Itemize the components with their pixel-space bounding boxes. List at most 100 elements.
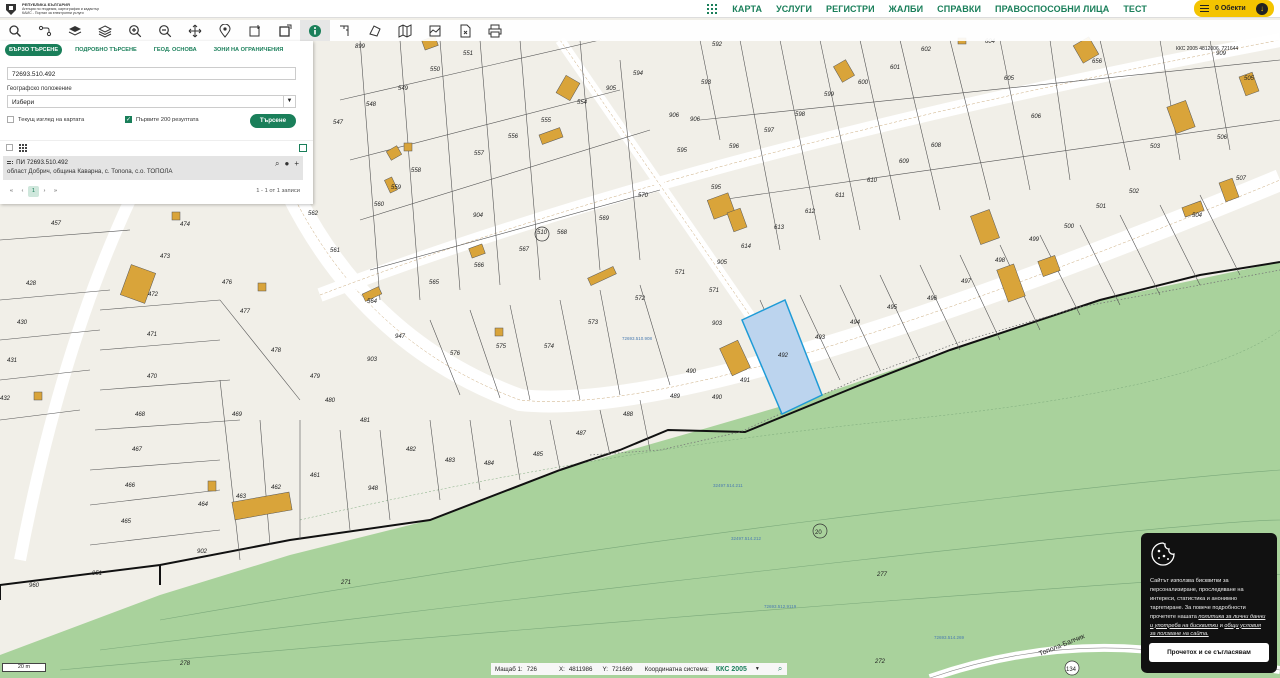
parcel-label[interactable]: 608 <box>931 143 942 149</box>
parcel-label[interactable]: 503 <box>1150 144 1161 150</box>
parcel-label[interactable]: 602 <box>921 47 932 53</box>
parcel-label[interactable]: 472 <box>148 292 159 298</box>
parcel-label[interactable]: 570 <box>638 193 649 199</box>
first-200-checkbox[interactable]: ✓ Първите 200 резултата <box>125 116 199 123</box>
export-tool[interactable] <box>450 20 480 41</box>
parcel-label[interactable]: 572 <box>635 296 646 302</box>
parcel-label[interactable]: 556 <box>508 134 519 140</box>
select-all-checkbox[interactable] <box>6 144 13 151</box>
page-1-button[interactable]: 1 <box>28 185 39 197</box>
parcel-label[interactable]: 473 <box>160 254 171 260</box>
parcel-label[interactable]: 481 <box>360 418 370 424</box>
parcel-label[interactable]: 457 <box>51 221 62 227</box>
objects-basket-button[interactable]: 0 Обекти ↓ <box>1194 0 1274 17</box>
parcel-label[interactable]: 606 <box>1031 114 1042 120</box>
parcel-label[interactable]: 464 <box>198 502 209 508</box>
parcel-label[interactable]: 492 <box>778 353 789 359</box>
parcel-label[interactable]: 560 <box>374 202 385 208</box>
dropdown-arrow-icon[interactable]: ▼ <box>755 666 760 672</box>
tab-restriction-zones[interactable]: ЗОНИ НА ОГРАНИЧЕНИЯ <box>210 44 288 56</box>
parcel-label[interactable]: 477 <box>240 309 251 315</box>
parcel-label[interactable]: 495 <box>887 305 898 311</box>
parcel-label[interactable]: 510 <box>537 230 548 236</box>
parcel-label[interactable]: 571 <box>709 288 719 294</box>
parcel-label[interactable]: 593 <box>701 80 712 86</box>
parcel-label[interactable]: 550 <box>430 67 441 73</box>
parcel-label[interactable]: 505 <box>1244 76 1255 82</box>
parcel-label[interactable]: 547 <box>333 120 344 126</box>
parcel-label[interactable]: 960 <box>29 583 40 589</box>
parcel-label[interactable]: 947 <box>395 334 406 340</box>
parcel-label[interactable]: 493 <box>815 335 826 341</box>
result-item[interactable]: ПИ 72693.510.492 област Добрич, община К… <box>3 156 303 180</box>
parcel-label[interactable]: 502 <box>1129 189 1140 195</box>
parcel-label[interactable]: 561 <box>330 248 340 254</box>
parcel-label[interactable]: 465 <box>121 519 132 525</box>
parcel-label[interactable]: 507 <box>1236 176 1247 182</box>
parcel-label[interactable]: 902 <box>197 549 208 555</box>
apps-grid-icon[interactable] <box>707 4 718 14</box>
parcel-label[interactable]: 474 <box>180 222 191 228</box>
parcel-label[interactable]: 548 <box>366 102 377 108</box>
location-tool[interactable] <box>210 20 240 41</box>
info-icon[interactable]: ● <box>284 159 289 169</box>
parcel-label[interactable]: 904 <box>473 213 484 219</box>
search-input[interactable]: 72693.510.492 <box>7 67 296 80</box>
parcel-label[interactable]: 470 <box>147 374 158 380</box>
parcel-label[interactable]: 557 <box>474 151 485 157</box>
parcel-label[interactable]: 597 <box>764 128 775 134</box>
search-coordinates-icon[interactable]: ⌕ <box>778 664 782 674</box>
parcel-label[interactable]: 611 <box>835 193 845 199</box>
first-page-button[interactable]: « <box>6 188 17 194</box>
parcel-label[interactable]: 600 <box>858 80 869 86</box>
parcel-label[interactable]: 558 <box>411 168 422 174</box>
zoom-in-tool[interactable] <box>120 20 150 41</box>
measure-area-tool[interactable] <box>360 20 390 41</box>
last-page-button[interactable]: » <box>50 188 61 194</box>
parcel-label[interactable]: 905 <box>717 260 728 266</box>
nav-item-test[interactable]: ТЕСТ <box>1123 4 1147 14</box>
parcel-label[interactable]: 569 <box>599 216 610 222</box>
zoom-out-tool[interactable] <box>150 20 180 41</box>
next-page-button[interactable]: › <box>39 188 50 194</box>
nav-item-reports[interactable]: СПРАВКИ <box>937 4 981 14</box>
parcel-label[interactable]: 576 <box>450 351 461 357</box>
parcel-label[interactable]: 484 <box>484 461 495 467</box>
measure-line-tool[interactable] <box>330 20 360 41</box>
parcel-label[interactable]: 480 <box>325 398 336 404</box>
parcel-label[interactable]: 478 <box>271 348 282 354</box>
parcel-label[interactable]: 612 <box>805 209 816 215</box>
parcel-label[interactable]: 430 <box>17 320 28 326</box>
parcel-label[interactable]: 498 <box>995 258 1006 264</box>
current-view-checkbox[interactable]: Текущ изглед на картата <box>7 116 84 123</box>
parcel-label[interactable]: 467 <box>132 447 143 453</box>
prev-page-button[interactable]: ‹ <box>17 188 28 194</box>
parcel-label[interactable]: 487 <box>576 431 587 437</box>
parcel-label[interactable]: 462 <box>271 485 282 491</box>
parcel-label[interactable]: 565 <box>429 280 440 286</box>
parcel-label[interactable]: 566 <box>474 263 485 269</box>
parcel-label[interactable]: 951 <box>92 571 102 577</box>
print-tool[interactable] <box>480 20 510 41</box>
parcel-label[interactable]: 575 <box>496 344 507 350</box>
parcel-label[interactable]: 490 <box>712 395 723 401</box>
parcel-label[interactable]: 948 <box>368 486 379 492</box>
layers-alt-tool[interactable] <box>90 20 120 41</box>
parcel-label[interactable]: 466 <box>125 483 136 489</box>
parcel-label[interactable]: 479 <box>310 374 321 380</box>
accept-cookies-button[interactable]: Прочетох и се съгласявам <box>1149 643 1269 662</box>
parcel-label[interactable]: 494 <box>850 320 861 326</box>
route-tool[interactable] <box>30 20 60 41</box>
parcel-label[interactable]: 278 <box>179 661 191 667</box>
parcel-label[interactable]: 573 <box>588 320 599 326</box>
zoom-to-icon[interactable]: ⌕ <box>275 159 279 169</box>
select-rect-alt-tool[interactable] <box>270 20 300 41</box>
parcel-label[interactable]: 496 <box>927 296 938 302</box>
parcel-label[interactable]: 469 <box>232 412 243 418</box>
parcel-label[interactable]: 596 <box>729 144 740 150</box>
profile-tool[interactable] <box>420 20 450 41</box>
scale-value[interactable]: 726 <box>527 666 537 673</box>
agency-logo[interactable]: РЕПУБЛИКА БЪЛГАРИЯ Агенция по геодезия, … <box>4 2 124 16</box>
parcel-label[interactable]: 461 <box>310 473 320 479</box>
parcel-label[interactable]: 559 <box>391 185 402 191</box>
